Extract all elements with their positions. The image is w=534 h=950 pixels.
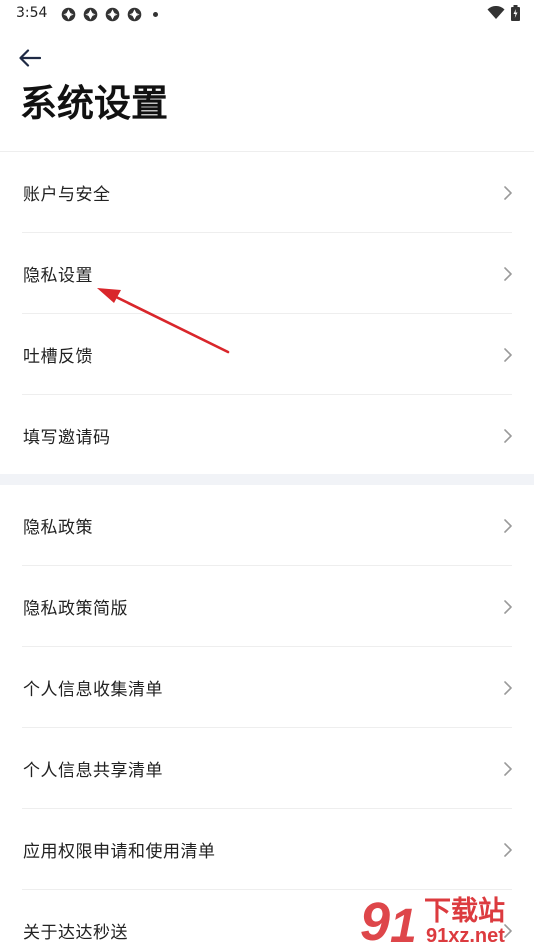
chevron-right-icon <box>504 347 512 362</box>
status-bar: 3:54 <box>0 0 534 28</box>
settings-group-policies: 隐私政策 隐私政策简版 个人信息收集清单 个人信息共享清单 应用权限申请和使用清… <box>0 485 534 950</box>
settings-item-label: 应用权限申请和使用清单 <box>23 842 216 862</box>
settings-item-info-collection-list[interactable]: 个人信息收集清单 <box>0 647 534 728</box>
site-watermark-logo: 9 1 下载站 91xz.net <box>360 892 505 948</box>
notification-icons <box>60 6 158 23</box>
settings-group-account: 账户与安全 隐私设置 吐槽反馈 填写邀请码 <box>0 151 534 476</box>
chevron-right-icon <box>504 842 512 857</box>
back-arrow-icon <box>19 49 41 67</box>
system-icons <box>487 5 520 21</box>
settings-item-permissions-list[interactable]: 应用权限申请和使用清单 <box>0 809 534 890</box>
svg-text:91xz.net: 91xz.net <box>426 925 505 947</box>
status-time: 3:54 <box>16 5 48 21</box>
section-divider <box>0 474 534 485</box>
back-button[interactable] <box>14 44 46 72</box>
app-notification-icon <box>83 7 98 22</box>
svg-text:1: 1 <box>390 900 417 948</box>
settings-item-label: 关于达达秒送 <box>23 923 128 943</box>
settings-item-feedback[interactable]: 吐槽反馈 <box>0 314 534 395</box>
settings-item-privacy-policy-brief[interactable]: 隐私政策简版 <box>0 566 534 647</box>
settings-item-label: 个人信息共享清单 <box>23 761 163 781</box>
chevron-right-icon <box>504 428 512 443</box>
app-notification-icon <box>61 7 76 22</box>
settings-item-label: 隐私政策 <box>23 518 93 538</box>
chevron-right-icon <box>504 518 512 533</box>
chevron-right-icon <box>504 185 512 200</box>
settings-item-label: 隐私政策简版 <box>23 599 128 619</box>
more-notifications-dot-icon <box>153 12 158 17</box>
chevron-right-icon <box>504 680 512 695</box>
app-notification-icon <box>105 7 120 22</box>
page-title: 系统设置 <box>20 82 168 125</box>
settings-item-info-sharing-list[interactable]: 个人信息共享清单 <box>0 728 534 809</box>
settings-item-invite-code[interactable]: 填写邀请码 <box>0 395 534 476</box>
settings-item-privacy-settings[interactable]: 隐私设置 <box>0 233 534 314</box>
settings-item-label: 隐私设置 <box>23 266 93 286</box>
svg-text:9: 9 <box>360 892 390 948</box>
settings-item-label: 个人信息收集清单 <box>23 680 163 700</box>
chevron-right-icon <box>504 761 512 776</box>
chevron-right-icon <box>504 266 512 281</box>
app-notification-icon <box>127 7 142 22</box>
settings-item-label: 吐槽反馈 <box>23 347 93 367</box>
settings-item-account-security[interactable]: 账户与安全 <box>0 152 534 233</box>
settings-item-privacy-policy[interactable]: 隐私政策 <box>0 485 534 566</box>
battery-icon <box>511 5 520 21</box>
svg-text:下载站: 下载站 <box>424 896 505 927</box>
chevron-right-icon <box>504 599 512 614</box>
settings-item-label: 账户与安全 <box>23 185 111 205</box>
settings-item-label: 填写邀请码 <box>23 428 111 448</box>
wifi-icon <box>487 6 505 19</box>
